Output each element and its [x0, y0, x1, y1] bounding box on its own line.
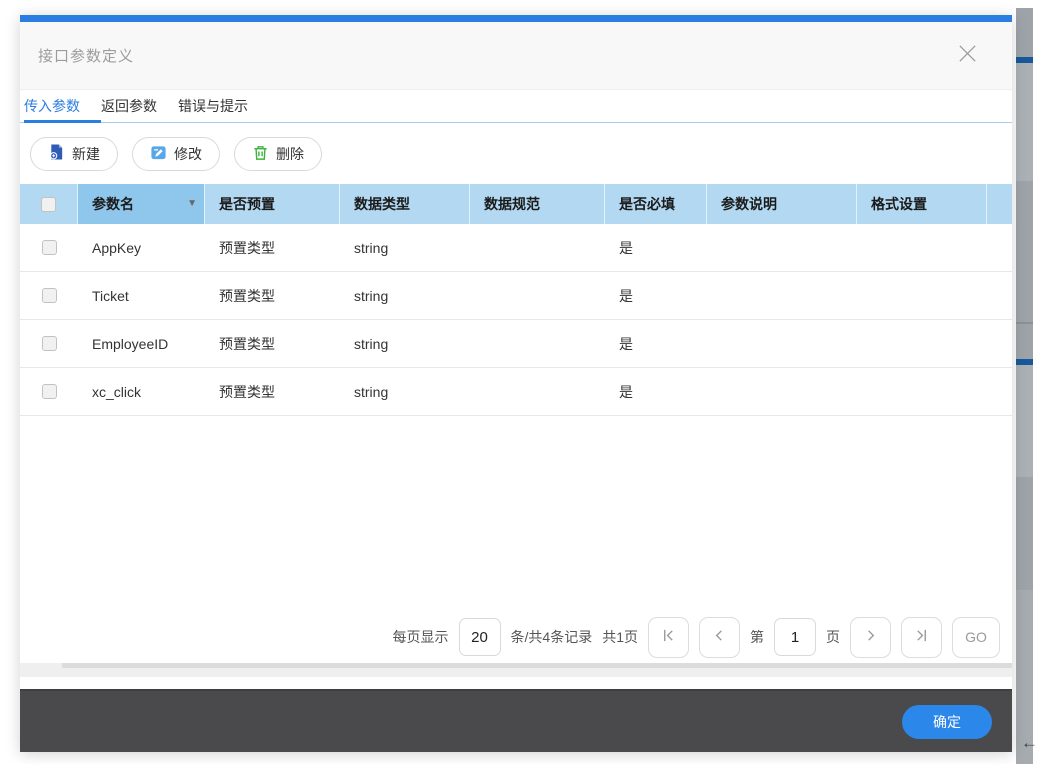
- column-header-description[interactable]: 参数说明: [707, 184, 857, 224]
- go-button[interactable]: GO: [952, 617, 1000, 658]
- row-checkbox[interactable]: [42, 288, 57, 303]
- header-checkbox-cell: [20, 184, 78, 224]
- cell-required: 是: [605, 382, 707, 402]
- dialog-header: 接口参数定义: [20, 22, 1012, 90]
- page-prefix-label: 第: [750, 627, 764, 647]
- tab-bar: 传入参数 返回参数 错误与提示: [20, 90, 1012, 123]
- records-count-label: 条/共4条记录: [511, 627, 593, 647]
- cell-required: 是: [605, 334, 707, 354]
- background-scrollbar[interactable]: [1016, 8, 1033, 764]
- column-dropdown-icon[interactable]: ▼: [187, 199, 197, 209]
- last-page-button[interactable]: [901, 617, 942, 658]
- first-page-icon: [661, 628, 676, 646]
- interface-parameter-dialog: 接口参数定义 传入参数 返回参数 错误与提示 新建: [20, 15, 1012, 752]
- total-pages-label: 共1页: [602, 627, 638, 647]
- cell-datatype: string: [340, 336, 470, 352]
- select-all-checkbox[interactable]: [41, 197, 56, 212]
- page-number-input[interactable]: [774, 618, 816, 656]
- edit-button-label: 修改: [174, 144, 202, 164]
- table-row[interactable]: xc_click 预置类型 string 是: [20, 368, 1012, 416]
- cell-datatype: string: [340, 240, 470, 256]
- column-header-dataspec[interactable]: 数据规范: [470, 184, 605, 224]
- next-page-button[interactable]: [850, 617, 891, 658]
- edit-pencil-icon: [150, 144, 167, 164]
- table-row[interactable]: Ticket 预置类型 string 是: [20, 272, 1012, 320]
- new-button[interactable]: 新建: [30, 137, 118, 171]
- cell-param-name: xc_click: [78, 384, 205, 400]
- new-file-icon: [48, 143, 65, 164]
- cell-param-name: Ticket: [78, 288, 205, 304]
- column-header-label: 参数名: [92, 194, 134, 214]
- cell-datatype: string: [340, 288, 470, 304]
- close-button[interactable]: [954, 43, 980, 69]
- cell-required: 是: [605, 286, 707, 306]
- column-header-datatype[interactable]: 数据类型: [340, 184, 470, 224]
- cell-param-name: EmployeeID: [78, 336, 205, 352]
- cell-param-name: AppKey: [78, 240, 205, 256]
- column-header-preset[interactable]: 是否预置: [205, 184, 340, 224]
- chevron-left-icon: [712, 628, 727, 646]
- tab-return-params[interactable]: 返回参数: [101, 90, 178, 122]
- dialog-title: 接口参数定义: [38, 45, 134, 66]
- delete-button-label: 删除: [276, 144, 304, 164]
- cell-preset: 预置类型: [205, 334, 340, 354]
- background-pane: [1016, 365, 1033, 477]
- column-header-format[interactable]: 格式设置: [857, 184, 987, 224]
- delete-button[interactable]: 删除: [234, 137, 322, 171]
- column-header-required[interactable]: 是否必填: [605, 184, 707, 224]
- trash-icon: [252, 144, 269, 164]
- background-divider: [1016, 322, 1033, 324]
- cell-preset: 预置类型: [205, 382, 340, 402]
- tab-errors-prompts[interactable]: 错误与提示: [178, 90, 269, 122]
- cell-datatype: string: [340, 384, 470, 400]
- dialog-footer: 确定: [20, 689, 1012, 752]
- chevron-right-icon: [863, 628, 878, 646]
- first-page-button[interactable]: [648, 617, 689, 658]
- page-size-input[interactable]: [459, 618, 501, 656]
- page-suffix-label: 页: [826, 627, 840, 647]
- footer-gap: [20, 677, 1012, 689]
- cell-preset: 预置类型: [205, 286, 340, 306]
- close-icon: [956, 42, 979, 70]
- table-header-row: 参数名 ▼ 是否预置 数据类型 数据规范 是否必填 参数说明 格式设置: [20, 184, 1012, 224]
- column-header-param-name[interactable]: 参数名 ▼: [78, 184, 205, 224]
- back-arrow-icon: ←: [1021, 733, 1038, 753]
- table-row[interactable]: AppKey 预置类型 string 是: [20, 224, 1012, 272]
- confirm-button[interactable]: 确定: [902, 705, 992, 739]
- row-checkbox[interactable]: [42, 384, 57, 399]
- horizontal-scrollbar[interactable]: [20, 663, 1012, 677]
- prev-page-button[interactable]: [699, 617, 740, 658]
- edit-button[interactable]: 修改: [132, 137, 220, 171]
- new-button-label: 新建: [72, 144, 100, 164]
- cell-required: 是: [605, 238, 707, 258]
- toolbar: 新建 修改 删除: [20, 123, 1012, 184]
- horizontal-scrollbar-thumb[interactable]: [62, 663, 1012, 668]
- row-checkbox[interactable]: [42, 336, 57, 351]
- background-pane: [1016, 63, 1033, 181]
- table-row[interactable]: EmployeeID 预置类型 string 是: [20, 320, 1012, 368]
- row-checkbox[interactable]: [42, 240, 57, 255]
- per-page-label: 每页显示: [393, 627, 449, 647]
- pagination-bar: 每页显示 条/共4条记录 共1页 第 页: [20, 611, 1012, 663]
- table-empty-area: [20, 416, 1012, 611]
- cell-preset: 预置类型: [205, 238, 340, 258]
- last-page-icon: [914, 628, 929, 646]
- tab-input-params[interactable]: 传入参数: [24, 90, 101, 122]
- dialog-accent-bar: [20, 15, 1012, 22]
- column-header-spacer: [987, 184, 1012, 224]
